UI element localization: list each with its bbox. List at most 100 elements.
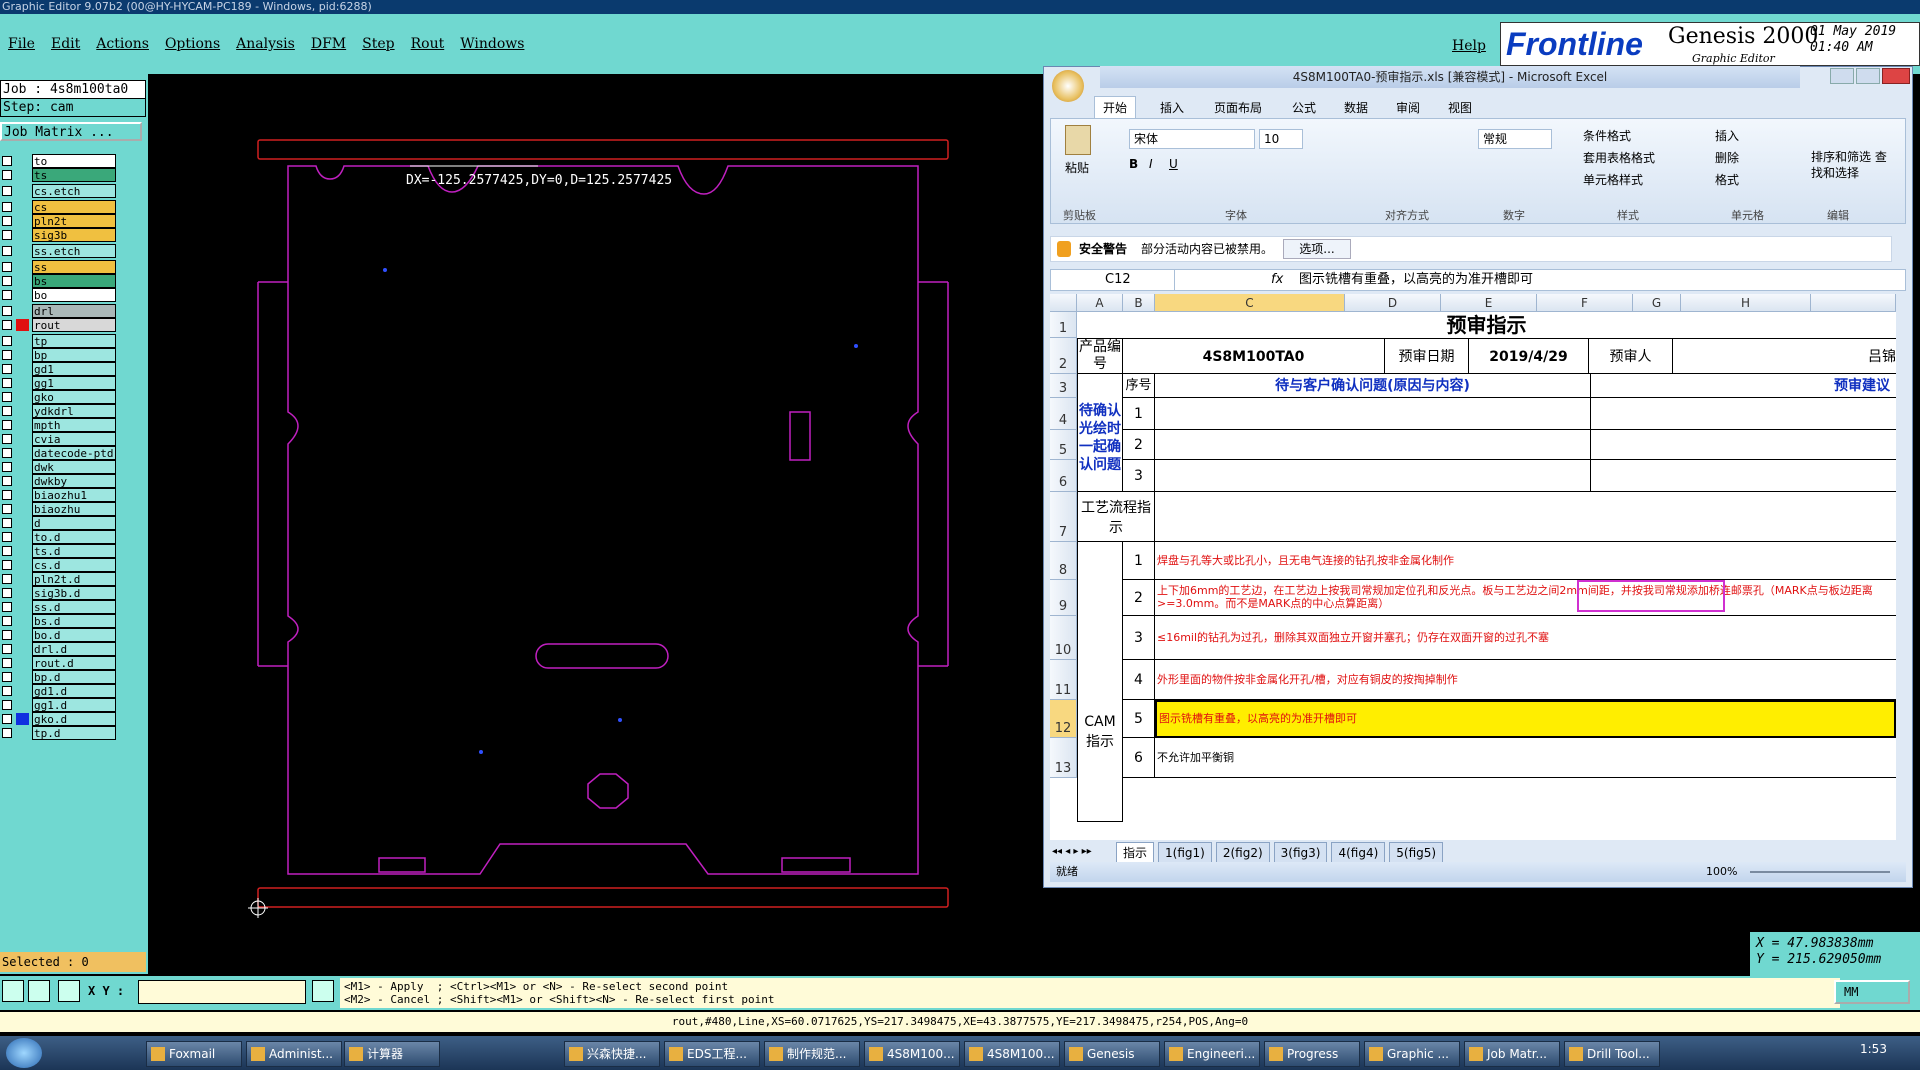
menu-rout[interactable]: Rout — [411, 36, 445, 56]
menu-step[interactable]: Step — [362, 36, 394, 56]
cam-seq[interactable]: 4 — [1123, 660, 1155, 700]
tab-page-layout[interactable]: 页面布局 — [1214, 99, 1262, 116]
layer-name[interactable]: tp.d — [32, 726, 116, 740]
layer-row[interactable]: drl — [0, 304, 118, 318]
layer-row[interactable]: to — [0, 154, 118, 168]
sheet-nav-arrows[interactable]: ◂◂ ◂ ▸ ▸▸ — [1052, 842, 1092, 862]
layer-checkbox[interactable] — [2, 658, 12, 668]
format-cells-button[interactable]: 格式 — [1715, 169, 1739, 191]
paste-label[interactable]: 粘贴 — [1065, 159, 1089, 176]
layer-row[interactable]: pln2t — [0, 214, 118, 228]
col-C[interactable]: C — [1155, 294, 1345, 312]
layer-row[interactable]: d — [0, 516, 118, 530]
layer-checkbox[interactable] — [2, 320, 12, 330]
layer-checkbox[interactable] — [2, 246, 12, 256]
seq-header[interactable]: 序号 — [1123, 374, 1155, 398]
row-header[interactable]: 7 — [1050, 492, 1077, 542]
layer-name[interactable]: bs — [32, 274, 116, 288]
number-format-select[interactable]: 常规 — [1478, 129, 1552, 149]
task-button[interactable]: Genesis — [1064, 1041, 1160, 1067]
zoom-slider[interactable] — [1750, 871, 1890, 873]
tab-formulas[interactable]: 公式 — [1292, 99, 1316, 116]
cam-text[interactable]: ≤16mil的钻孔为过孔，删除其双面独立开窗并塞孔；仍存在双面开窗的过孔不塞 — [1155, 616, 1896, 660]
task-button[interactable]: Engineeri... — [1164, 1041, 1260, 1067]
col-B[interactable]: B — [1123, 294, 1155, 312]
layer-row[interactable]: bp — [0, 348, 118, 362]
layer-row[interactable]: dwk — [0, 460, 118, 474]
zoom-tool-icon[interactable] — [2, 980, 24, 1002]
layer-row[interactable]: cs.d — [0, 558, 118, 572]
col-A[interactable]: A — [1077, 294, 1123, 312]
row-header[interactable]: 3 — [1050, 374, 1077, 398]
layer-checkbox[interactable] — [2, 434, 12, 444]
layer-checkbox[interactable] — [2, 476, 12, 486]
pending-seq-2[interactable]: 2 — [1123, 430, 1155, 460]
formula-input[interactable]: 图示铣槽有重叠，以高亮的为准开槽即可 — [1299, 270, 1533, 290]
layer-checkbox[interactable] — [2, 262, 12, 272]
row-header[interactable]: 11 — [1050, 660, 1077, 700]
format-as-table-button[interactable]: 套用表格格式 — [1583, 147, 1655, 169]
process-cell[interactable] — [1155, 492, 1896, 542]
layer-checkbox[interactable] — [2, 448, 12, 458]
row-header[interactable]: 5 — [1050, 430, 1077, 460]
col-D[interactable]: D — [1345, 294, 1441, 312]
tab-home[interactable]: 开始 — [1094, 96, 1137, 118]
close-icon[interactable] — [1882, 68, 1910, 84]
sheet-tab[interactable]: 1(fig1) — [1158, 842, 1212, 864]
layer-row[interactable]: ss.etch — [0, 244, 118, 258]
layer-checkbox[interactable] — [2, 532, 12, 542]
product-value[interactable]: 4S8M100TA0 — [1123, 338, 1385, 374]
layer-row[interactable]: biaozhu — [0, 502, 118, 516]
zoom-level[interactable]: 100% — [1706, 862, 1737, 882]
task-button[interactable]: Drill Tool... — [1564, 1041, 1660, 1067]
layer-row[interactable]: cs.etch — [0, 184, 118, 198]
cam-seq[interactable]: 6 — [1123, 738, 1155, 778]
layer-name[interactable]: bo — [32, 288, 116, 302]
row-header[interactable]: 13 — [1050, 738, 1077, 778]
layer-row[interactable]: bo — [0, 288, 118, 302]
layer-name[interactable]: dwkby — [32, 474, 116, 488]
layer-name[interactable]: bp — [32, 348, 116, 362]
xy-input[interactable] — [138, 980, 306, 1004]
layer-row[interactable]: gg1.d — [0, 698, 118, 712]
task-button[interactable]: Progress — [1264, 1041, 1360, 1067]
layer-row[interactable]: tp.d — [0, 726, 118, 740]
process-label[interactable]: 工艺流程指示 — [1077, 492, 1155, 542]
units-button[interactable]: MM — [1834, 980, 1910, 1004]
layer-checkbox[interactable] — [2, 714, 12, 724]
menu-actions[interactable]: Actions — [96, 36, 149, 56]
tab-insert[interactable]: 插入 — [1160, 99, 1184, 116]
layer-row[interactable]: to.d — [0, 530, 118, 544]
date-value[interactable]: 2019/4/29 — [1469, 338, 1589, 374]
layer-row[interactable]: ss.d — [0, 600, 118, 614]
layer-checkbox[interactable] — [2, 186, 12, 196]
layer-row[interactable]: datecode-ptd — [0, 446, 118, 460]
layer-row[interactable]: rout — [0, 318, 118, 332]
layer-checkbox[interactable] — [2, 202, 12, 212]
layer-row[interactable]: ts.d — [0, 544, 118, 558]
insert-cells-button[interactable]: 插入 — [1715, 125, 1739, 147]
layer-checkbox[interactable] — [2, 588, 12, 598]
row-header[interactable]: 6 — [1050, 460, 1077, 492]
layer-name[interactable]: tp — [32, 334, 116, 348]
layer-name[interactable]: mpth — [32, 418, 116, 432]
row-header[interactable]: 1 — [1050, 312, 1077, 338]
layer-name[interactable]: biaozhu1 — [32, 488, 116, 502]
layer-checkbox[interactable] — [2, 546, 12, 556]
cam-text[interactable]: 外形里面的物件按非金属化开孔/槽，对应有铜皮的按掏掉制作 — [1155, 660, 1896, 700]
layer-row[interactable]: ss — [0, 260, 118, 274]
menu-file[interactable]: File — [8, 36, 35, 56]
clock[interactable]: 1:53 — [1860, 1042, 1887, 1056]
layer-row[interactable]: dwkby — [0, 474, 118, 488]
pending-suggest-3[interactable] — [1591, 460, 1896, 492]
layer-row[interactable]: gg1 — [0, 376, 118, 390]
sort-filter-button[interactable]: 排序和筛选 — [1811, 150, 1871, 164]
select-all[interactable] — [1050, 294, 1077, 312]
tab-data[interactable]: 数据 — [1344, 99, 1368, 116]
italic-icon[interactable]: I — [1149, 157, 1165, 171]
layer-name[interactable]: ts.d — [32, 544, 116, 558]
layer-checkbox[interactable] — [2, 630, 12, 640]
layer-name[interactable]: dwk — [32, 460, 116, 474]
layer-checkbox[interactable] — [2, 602, 12, 612]
layer-checkbox[interactable] — [2, 290, 12, 300]
